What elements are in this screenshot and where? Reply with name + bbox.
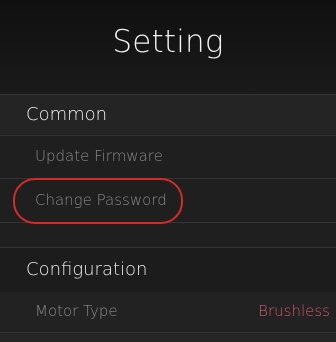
section-label-configuration: Configuration bbox=[26, 259, 148, 280]
row-label-change-password: Change Password bbox=[35, 191, 167, 209]
section-header-common: Common bbox=[0, 94, 336, 136]
row-value-motor-type: Brushless bbox=[258, 302, 330, 320]
settings-row-update-firmware[interactable]: Update Firmware bbox=[0, 136, 336, 179]
row-label-motor-type: Motor Type bbox=[35, 302, 118, 320]
section-label-common: Common bbox=[26, 104, 108, 125]
page-title: Setting bbox=[112, 24, 224, 60]
settings-row-change-password[interactable]: Change Password bbox=[0, 179, 336, 223]
settings-screen: Setting Common Update Firmware Change Pa… bbox=[0, 0, 336, 342]
section-header-configuration: Configuration bbox=[0, 247, 336, 293]
bottom-divider bbox=[0, 333, 336, 342]
row-label-update-firmware: Update Firmware bbox=[35, 147, 163, 165]
title-bar: Setting bbox=[0, 0, 336, 94]
settings-row-motor-type[interactable]: Motor Type Brushless bbox=[0, 292, 336, 333]
